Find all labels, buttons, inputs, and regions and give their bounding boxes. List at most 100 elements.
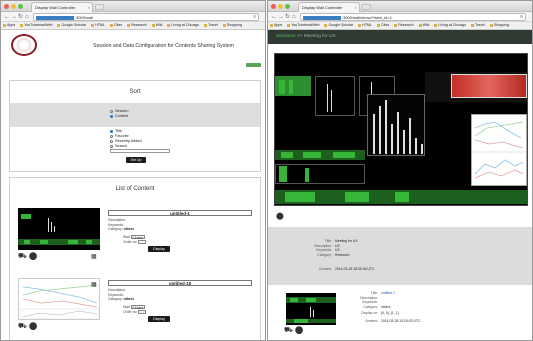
display-wall-preview[interactable] <box>274 53 528 206</box>
bookmark-item[interactable]: Google Scholar <box>324 23 353 27</box>
home-icon[interactable]: ⌂ <box>25 13 29 21</box>
item-title[interactable]: untitled-1 <box>108 210 252 216</box>
back-icon[interactable]: ← <box>4 13 10 21</box>
category-label: Category: <box>108 297 123 301</box>
bookmarks-bar: Apps YouTubeleadWeb Google Scholar HTML Cite… <box>1 22 265 30</box>
zoom-window-button[interactable] <box>18 4 23 9</box>
radio-label: Search <box>115 144 128 148</box>
breadcrumb-sessions-link[interactable]: Sessions <box>276 34 295 39</box>
wall-select[interactable]: Cluster <box>131 305 146 310</box>
content-title-link[interactable]: untitled-1 <box>381 291 395 296</box>
bookmark-item[interactable]: HTML <box>91 23 105 27</box>
bookmark-item[interactable]: Cites <box>377 23 389 27</box>
cart-icon[interactable]: ⛟ <box>18 253 27 260</box>
download-icon[interactable]: ⬤ <box>29 253 38 260</box>
sort-heading: Sort <box>129 89 141 95</box>
bookmark-item[interactable]: YouTubeleadWeb <box>287 23 319 27</box>
search-input[interactable] <box>110 149 170 153</box>
bookmark-label: Google Scholar <box>61 23 87 27</box>
download-icon[interactable]: ⬤ <box>276 213 284 221</box>
minimize-window-button[interactable] <box>11 4 16 9</box>
new-tab-button[interactable] <box>95 4 104 10</box>
bookmark-label: Apps <box>7 23 16 27</box>
browser-window-right: Display Wall Controller × ← → ↻ ⌂ :3000/w… <box>267 0 533 341</box>
reload-icon[interactable]: ↻ <box>285 13 290 21</box>
sort-mode-band: Session Content <box>10 103 260 127</box>
set-up-button[interactable]: Set Up <box>126 157 146 163</box>
browser-tab[interactable]: Display Wall Controller × <box>298 2 360 12</box>
browser-menu-icon[interactable]: ≡ <box>520 14 523 20</box>
bookmark-label: Google Scholar <box>328 23 354 27</box>
download-icon[interactable]: ⬤ <box>29 323 38 330</box>
close-tab-icon[interactable]: × <box>355 3 357 12</box>
grid-icon[interactable]: ▦ <box>91 281 97 289</box>
wall-select[interactable]: Cluster <box>131 235 146 240</box>
category-label: Category: <box>317 252 332 257</box>
close-window-button[interactable] <box>271 4 276 9</box>
bookmark-item[interactable]: Research <box>127 23 147 27</box>
bookmark-label: Wiki <box>422 23 430 27</box>
order-input[interactable] <box>138 240 147 244</box>
bookmark-icon <box>471 23 474 27</box>
new-tab-button[interactable] <box>362 4 371 10</box>
item-title[interactable]: untitled-15 <box>108 280 252 286</box>
forward-icon[interactable]: → <box>278 13 284 21</box>
bookmark-icon <box>287 23 291 27</box>
radio-content[interactable]: Content <box>110 114 129 119</box>
browser-tab[interactable]: Display Wall Controller × <box>31 2 93 12</box>
bookmark-item[interactable]: Travel <box>471 23 485 27</box>
display-button[interactable]: Display <box>148 246 170 252</box>
home-icon[interactable]: ⌂ <box>292 13 296 21</box>
header-action-button[interactable] <box>246 63 261 67</box>
display-button[interactable]: Display <box>148 316 170 322</box>
bookmark-item[interactable]: Apps <box>3 23 15 27</box>
url-field[interactable]: :3000/wall ≡ <box>33 13 259 21</box>
cart-icon[interactable]: ⛟ <box>284 327 293 334</box>
bookmark-item[interactable]: Living at Chicago <box>434 23 466 27</box>
grid-icon[interactable]: ▦ <box>91 253 97 261</box>
url-field[interactable]: :3000/wall/show/?/sesi_id=1 ≡ <box>300 13 526 21</box>
bookmark-item[interactable]: Shopping <box>222 23 242 27</box>
download-icon[interactable]: ⬤ <box>295 327 304 334</box>
bookmark-label: HTML <box>362 23 373 27</box>
url-text: :3000/wall <box>75 15 94 20</box>
bookmark-item[interactable]: Google Scholar <box>57 23 86 27</box>
bookmark-item[interactable]: Shopping <box>489 23 509 27</box>
minimize-window-button[interactable] <box>278 4 283 9</box>
bookmark-item[interactable]: Wiki <box>151 23 163 27</box>
bookmark-item[interactable]: Wiki <box>418 23 430 27</box>
bookmark-icon <box>151 23 155 27</box>
bookmark-label: YouTubeleadWeb <box>291 23 320 27</box>
radio-icon <box>110 144 113 148</box>
display-on-value: (0, 0), (1, 1) <box>381 311 399 315</box>
bookmark-item[interactable]: HTML <box>358 23 372 27</box>
bookmark-label: Wiki <box>155 23 163 27</box>
reload-icon[interactable]: ↻ <box>18 13 23 21</box>
back-icon[interactable]: ← <box>271 13 277 21</box>
order-input[interactable] <box>138 310 147 314</box>
bookmark-item[interactable]: Cites <box>110 23 122 27</box>
close-window-button[interactable] <box>4 4 9 9</box>
content-thumbnail[interactable] <box>18 208 100 250</box>
session-breadcrumb: Sessions >> Meeting for UX <box>268 30 532 44</box>
content-thumbnail[interactable] <box>18 278 100 320</box>
bookmark-item[interactable]: Travel <box>204 23 218 27</box>
zoom-window-button[interactable] <box>285 4 290 9</box>
close-tab-icon[interactable]: × <box>88 3 90 12</box>
browser-menu-icon[interactable]: ≡ <box>253 14 256 20</box>
session-info: Title: Meeting for UX Description: UX Ke… <box>268 227 532 285</box>
bookmark-item[interactable]: YouTubeleadWeb <box>20 23 52 27</box>
bookmark-item[interactable]: Living at Chicago <box>167 23 199 27</box>
created-label: Created: <box>364 319 378 323</box>
app-title: Session and Data Configuration for Conte… <box>93 43 235 49</box>
forward-icon[interactable]: → <box>11 13 17 21</box>
title-bar: Display Wall Controller × <box>1 1 265 12</box>
bookmark-item[interactable]: Apps <box>270 23 282 27</box>
cart-icon[interactable]: ⛟ <box>18 323 27 330</box>
wall-row: Wall: Cluster <box>123 305 146 310</box>
url-text: :3000/wall/show/?/sesi_id=1 <box>342 15 392 20</box>
item-actions: ⛟ ⬤ <box>18 253 37 261</box>
breadcrumb-separator: >> <box>296 34 303 39</box>
content-thumbnail[interactable] <box>286 293 336 325</box>
bookmark-item[interactable]: Research <box>394 23 414 27</box>
